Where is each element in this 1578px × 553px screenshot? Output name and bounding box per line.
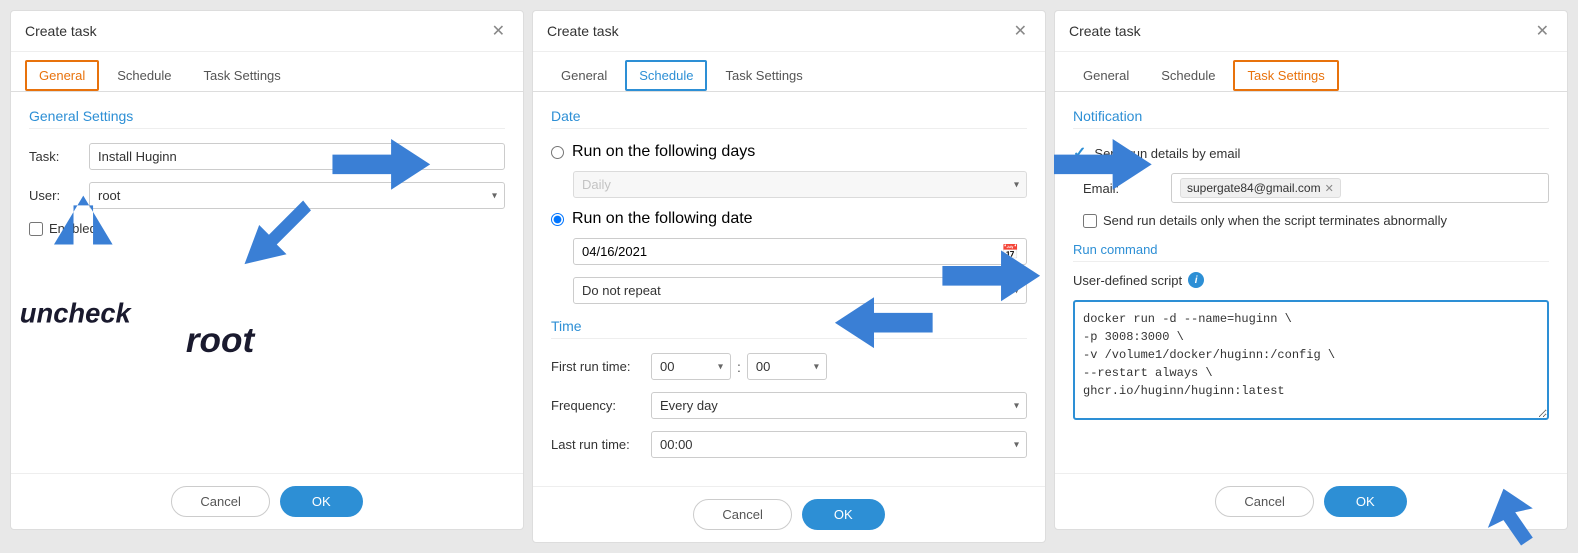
- daily-select-row: Daily ▾: [551, 171, 1027, 198]
- panel1-cancel-button[interactable]: Cancel: [171, 486, 269, 517]
- date-input-row: 📅: [551, 238, 1027, 265]
- radio-following-date[interactable]: [551, 213, 564, 226]
- user-field-row: User: root ▾: [29, 182, 505, 209]
- panel3-close-button[interactable]: ✕: [1532, 19, 1553, 43]
- tab-general-p2[interactable]: General: [547, 60, 621, 91]
- last-run-select[interactable]: 00:00: [651, 431, 1027, 458]
- abnormal-row: Send run details only when the script te…: [1073, 213, 1549, 228]
- panel3-header: Create task ✕: [1055, 11, 1567, 52]
- user-select[interactable]: root: [89, 182, 505, 209]
- email-tag: supergate84@gmail.com ✕: [1180, 178, 1341, 198]
- frequency-label: Frequency:: [551, 398, 651, 413]
- panel1-tabs: General Schedule Task Settings: [11, 52, 523, 92]
- send-email-checkmark: ✓: [1073, 143, 1086, 163]
- panel2-body: Date Run on the following days Daily ▾: [533, 92, 1045, 486]
- abnormal-checkbox[interactable]: [1083, 214, 1097, 228]
- panel2-footer: Cancel OK: [533, 486, 1045, 542]
- user-script-row: User-defined script i: [1073, 272, 1549, 288]
- tab-schedule-p3[interactable]: Schedule: [1147, 60, 1229, 91]
- panel3-body: Notification ✓ Send run details by email…: [1055, 92, 1567, 473]
- panel3-title: Create task: [1069, 23, 1141, 39]
- user-label: User:: [29, 188, 89, 203]
- minutes-select[interactable]: 00: [747, 353, 827, 380]
- date-section-title: Date: [551, 108, 1027, 129]
- email-input-field[interactable]: supergate84@gmail.com ✕: [1171, 173, 1549, 203]
- radio-following-days[interactable]: [551, 146, 564, 159]
- enabled-row: Enabled: [29, 221, 505, 236]
- email-remove-button[interactable]: ✕: [1325, 182, 1334, 195]
- panel1-close-button[interactable]: ✕: [488, 19, 509, 43]
- tab-schedule-p2[interactable]: Schedule: [625, 60, 707, 91]
- last-run-row: Last run time: 00:00 ▾: [551, 431, 1027, 458]
- email-value: supergate84@gmail.com: [1187, 181, 1321, 195]
- info-icon[interactable]: i: [1188, 272, 1204, 288]
- tab-general-p3[interactable]: General: [1069, 60, 1143, 91]
- panel2-close-button[interactable]: ✕: [1010, 19, 1031, 43]
- time-section-title: Time: [551, 318, 1027, 339]
- user-script-label: User-defined script: [1073, 273, 1182, 288]
- panel2-header: Create task ✕: [533, 11, 1045, 52]
- enabled-checkbox[interactable]: [29, 222, 43, 236]
- send-email-label: Send run details by email: [1094, 146, 1240, 161]
- radio-following-days-row: Run on the following days: [551, 143, 1027, 161]
- enabled-label: Enabled: [49, 221, 97, 236]
- frequency-select[interactable]: Every day: [651, 392, 1027, 419]
- task-label: Task:: [29, 149, 89, 164]
- radio-following-date-row: Run on the following date: [551, 210, 1027, 228]
- tab-task-settings-p3[interactable]: Task Settings: [1233, 60, 1338, 91]
- panel2-title: Create task: [547, 23, 619, 39]
- panel1-ok-button[interactable]: OK: [280, 486, 363, 517]
- date-input[interactable]: [573, 238, 1027, 265]
- tab-general-p1[interactable]: General: [25, 60, 99, 91]
- email-label: Email:: [1083, 181, 1163, 196]
- script-textarea[interactable]: docker run -d --name=huginn \ -p 3008:30…: [1073, 300, 1549, 420]
- last-run-label: Last run time:: [551, 437, 651, 452]
- daily-select[interactable]: Daily: [573, 171, 1027, 198]
- repeat-select[interactable]: Do not repeat Daily Weekly Monthly: [573, 277, 1027, 304]
- panel2-tabs: General Schedule Task Settings: [533, 52, 1045, 92]
- first-run-label: First run time:: [551, 359, 651, 374]
- panel3-cancel-button[interactable]: Cancel: [1215, 486, 1313, 517]
- run-command-title: Run command: [1073, 242, 1549, 262]
- frequency-row: Frequency: Every day ▾: [551, 392, 1027, 419]
- panel3-tabs: General Schedule Task Settings: [1055, 52, 1567, 92]
- general-settings-title: General Settings: [29, 108, 505, 129]
- panel1-footer: Cancel OK: [11, 473, 523, 529]
- panel1-title: Create task: [25, 23, 97, 39]
- send-email-row: ✓ Send run details by email: [1073, 143, 1549, 163]
- panel2-ok-button[interactable]: OK: [802, 499, 885, 530]
- tab-task-settings-p1[interactable]: Task Settings: [189, 60, 294, 91]
- notification-section-title: Notification: [1073, 108, 1549, 129]
- tab-schedule-p1[interactable]: Schedule: [103, 60, 185, 91]
- first-run-row: First run time: 00 ▾ : 00: [551, 353, 1027, 380]
- panel2-cancel-button[interactable]: Cancel: [693, 499, 791, 530]
- calendar-icon[interactable]: 📅: [1002, 243, 1019, 260]
- radio-following-days-label: Run on the following days: [572, 143, 755, 161]
- task-input[interactable]: [89, 143, 505, 170]
- time-separator: :: [737, 359, 741, 375]
- repeat-select-row: Do not repeat Daily Weekly Monthly ▾: [551, 277, 1027, 304]
- panel3-footer: Cancel OK: [1055, 473, 1567, 529]
- hours-select[interactable]: 00: [651, 353, 731, 380]
- task-field-row: Task:: [29, 143, 505, 170]
- email-row: Email: supergate84@gmail.com ✕: [1073, 173, 1549, 203]
- tab-task-settings-p2[interactable]: Task Settings: [711, 60, 816, 91]
- panel1-body: General Settings Task: User: root ▾: [11, 92, 523, 473]
- panel3-ok-button[interactable]: OK: [1324, 486, 1407, 517]
- panel1-header: Create task ✕: [11, 11, 523, 52]
- abnormal-label: Send run details only when the script te…: [1103, 213, 1447, 228]
- radio-following-date-label: Run on the following date: [572, 210, 753, 228]
